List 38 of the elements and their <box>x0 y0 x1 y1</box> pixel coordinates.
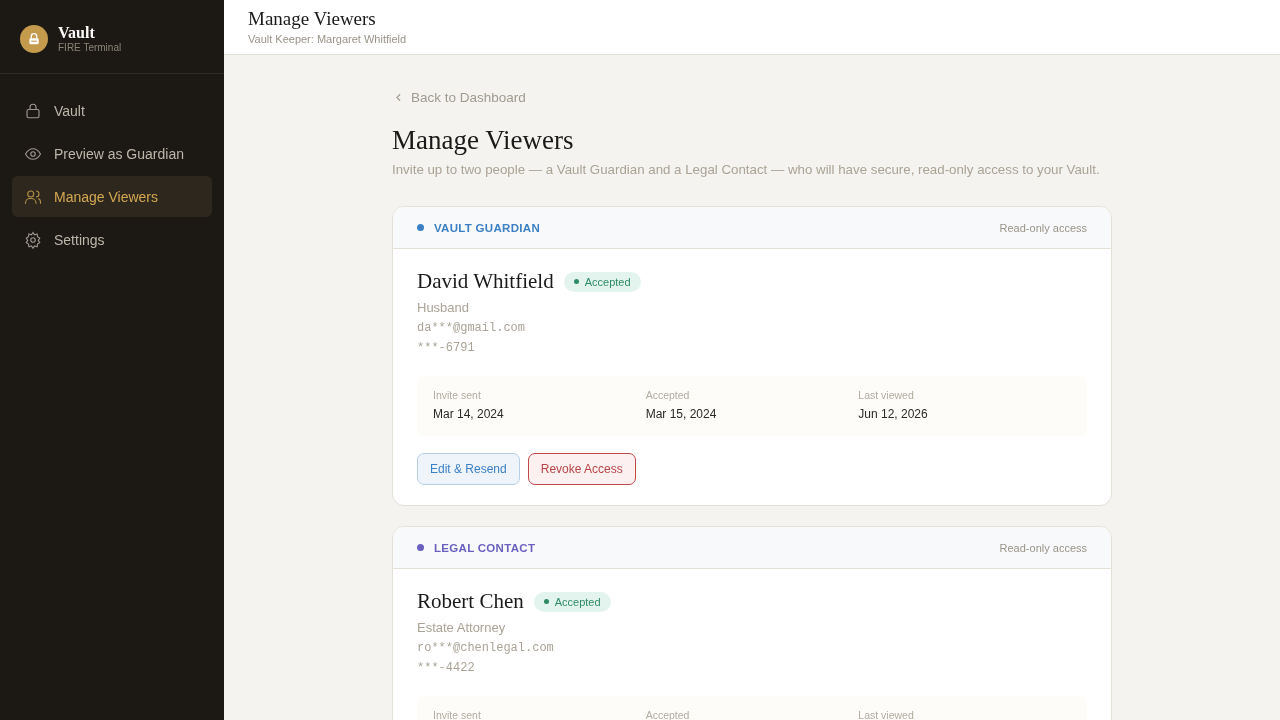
access-label: Read-only access <box>999 221 1087 234</box>
viewer-name: David Whitfield <box>417 269 554 294</box>
sidebar-item[interactable]: Vault <box>12 90 212 131</box>
role-label: LEGAL CONTACT <box>434 541 536 554</box>
brand-title: Vault <box>58 24 96 42</box>
stat-label: Invite sent <box>433 389 482 401</box>
viewer-name: Robert Chen <box>417 589 524 614</box>
access-label: Read-only access <box>999 541 1087 554</box>
page-title: Manage Viewers <box>392 124 575 156</box>
viewer-phone: ***-6791 <box>417 340 476 357</box>
edit-button[interactable]: Edit & Resend <box>417 453 520 485</box>
page-description: Invite up to two people — a Vault Guardian and a Legal Contact — who will have secure, read-only access to your Vault. <box>392 162 1101 177</box>
lock-icon <box>26 30 42 47</box>
settings-icon <box>24 230 42 249</box>
sidebar-item[interactable]: Manage Viewers <box>12 176 212 217</box>
stat-value: Mar 15, 2024 <box>645 407 718 421</box>
viewer-relation: Estate Attorney <box>417 619 507 637</box>
page-header-subtitle: Vault Keeper: Margaret Whitfield <box>248 33 408 45</box>
viewer-email: ro***@chenlegal.com <box>417 640 555 657</box>
stat-label: Last viewed <box>858 709 915 720</box>
revoke-button[interactable]: Revoke Access <box>527 453 636 485</box>
lock-icon <box>24 101 42 120</box>
users-icon <box>24 187 42 206</box>
stat-value: Mar 14, 2024 <box>433 407 505 421</box>
stat-label: Accepted <box>645 389 691 401</box>
viewer-email: da***@gmail.com <box>417 320 527 337</box>
stat-value: Jun 12, 2026 <box>858 407 929 421</box>
viewer-relation: Husband <box>417 299 471 317</box>
brand-subtitle: FIRE Terminal <box>58 42 122 53</box>
role-label: VAULT GUARDIAN <box>434 221 540 234</box>
stat-label: Last viewed <box>858 389 915 401</box>
stat-label: Invite sent <box>433 709 482 720</box>
viewer-phone: ***-4422 <box>417 660 476 677</box>
status-badge: Accepted <box>533 591 611 612</box>
page-header-title: Manage Viewers <box>248 8 377 30</box>
status-badge: Accepted <box>563 271 641 292</box>
sidebar-item[interactable]: Settings <box>12 219 212 260</box>
sidebar-item[interactable]: Preview as Guardian <box>12 133 212 174</box>
